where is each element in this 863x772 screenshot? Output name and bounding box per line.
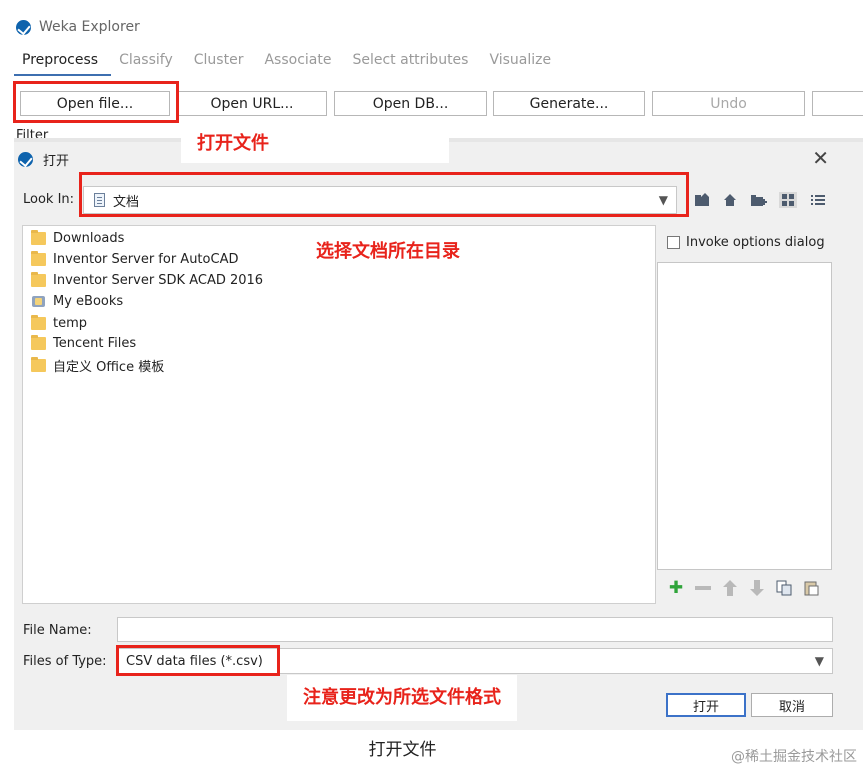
list-view-icon[interactable]: [779, 192, 797, 208]
highlight-look-in: [79, 172, 689, 217]
invoke-options-label: Invoke options dialog: [686, 235, 825, 250]
paste-icon[interactable]: [802, 579, 820, 597]
weka-logo-icon: [16, 19, 31, 35]
file-name: Inventor Server SDK ACAD 2016: [53, 272, 264, 288]
options-toolbar: ✚: [667, 578, 820, 598]
folder-icon: [31, 334, 46, 350]
folder-icon: [31, 250, 46, 266]
window-title: Weka Explorer: [39, 19, 140, 35]
file-name: temp: [53, 315, 88, 331]
options-panel: [657, 262, 832, 570]
files-of-type-label: Files of Type:: [23, 654, 107, 669]
file-name: Inventor Server for AutoCAD: [53, 251, 239, 267]
list-item[interactable]: Inventor Server SDK ACAD 2016: [31, 270, 263, 290]
dialog-title: 打开: [43, 154, 70, 169]
move-down-icon[interactable]: [748, 579, 766, 597]
list-item[interactable]: Downloads: [31, 228, 124, 248]
open-db-button[interactable]: Open DB...: [334, 91, 487, 116]
annotation-choose-directory: 选择文档所在目录: [300, 235, 476, 265]
details-view-icon[interactable]: [809, 192, 827, 208]
folder-icon: [31, 271, 46, 287]
watermark: @稀土掘金技术社区: [731, 749, 857, 765]
open-file-dialog: 打开 ✕ Look In: 文档 ▼ Downloads Inventor Se…: [14, 142, 863, 730]
file-name-input[interactable]: [117, 617, 833, 642]
chevron-down-icon: ▼: [814, 654, 824, 668]
file-name: Downloads: [53, 230, 125, 246]
tab-preprocess[interactable]: Preprocess: [14, 46, 112, 76]
generate-button[interactable]: Generate...: [493, 91, 645, 116]
highlight-open-file: [13, 81, 179, 123]
add-icon[interactable]: ✚: [667, 578, 685, 598]
folder-icon: [31, 314, 46, 330]
edit-button-partial[interactable]: [812, 91, 863, 116]
dialog-open-button[interactable]: 打开: [666, 693, 746, 717]
weka-logo-icon: [18, 152, 33, 167]
tab-visualize[interactable]: Visualize: [481, 46, 564, 76]
move-up-icon[interactable]: [721, 579, 739, 597]
close-icon[interactable]: ✕: [812, 146, 829, 170]
library-icon: [31, 294, 46, 308]
dialog-cancel-button[interactable]: 取消: [751, 693, 833, 717]
annotation-open-file: 打开文件: [181, 123, 449, 163]
file-name: Tencent Files: [53, 335, 137, 351]
new-folder-icon[interactable]: [749, 192, 767, 208]
up-folder-icon[interactable]: [693, 192, 711, 208]
copy-icon[interactable]: [775, 579, 793, 597]
checkbox-box[interactable]: [667, 236, 680, 249]
home-icon[interactable]: [721, 192, 739, 208]
file-name-label: File Name:: [23, 623, 92, 638]
list-item[interactable]: temp: [31, 313, 87, 333]
file-name: My eBooks: [53, 293, 124, 309]
tab-select-attributes[interactable]: Select attributes: [344, 46, 481, 76]
list-item[interactable]: 自定义 Office 模板: [31, 355, 164, 375]
file-list[interactable]: Downloads Inventor Server for AutoCAD In…: [22, 225, 656, 604]
open-url-button[interactable]: Open URL...: [177, 91, 327, 116]
tab-classify[interactable]: Classify: [111, 46, 186, 76]
list-item[interactable]: My eBooks: [31, 291, 123, 311]
list-item[interactable]: Inventor Server for AutoCAD: [31, 249, 238, 269]
undo-button[interactable]: Undo: [652, 91, 805, 116]
weka-title-bar: Weka Explorer: [16, 12, 140, 42]
folder-icon: [31, 356, 46, 372]
tab-bar: Preprocess Classify Cluster Associate Se…: [14, 46, 564, 76]
annotation-change-file-type: 注意更改为所选文件格式: [287, 675, 517, 721]
tab-associate[interactable]: Associate: [256, 46, 344, 76]
file-name: 自定义 Office 模板: [53, 359, 165, 375]
invoke-options-checkbox[interactable]: Invoke options dialog: [667, 235, 825, 250]
remove-icon[interactable]: [694, 579, 712, 597]
folder-icon: [31, 229, 46, 245]
figure-caption: 打开文件: [368, 740, 437, 760]
highlight-file-type: [116, 645, 280, 676]
look-in-label: Look In:: [23, 192, 75, 207]
tab-cluster[interactable]: Cluster: [186, 46, 257, 76]
list-item[interactable]: Tencent Files: [31, 333, 136, 353]
dialog-title-bar: 打开: [18, 150, 69, 169]
